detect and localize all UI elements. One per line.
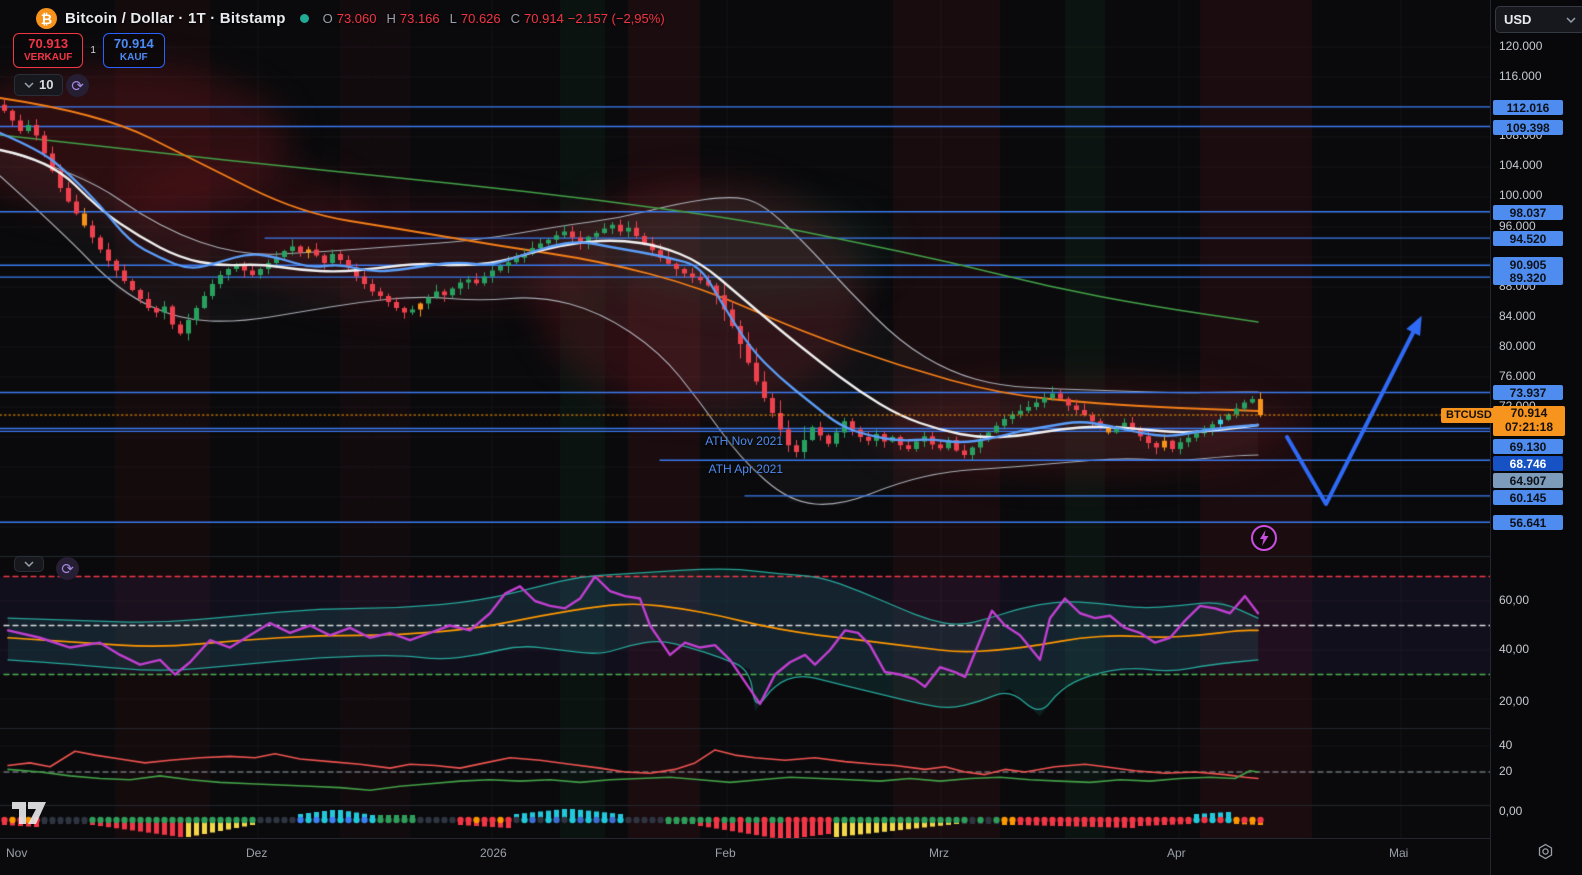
price-level-badge: 60.145: [1493, 490, 1563, 505]
axis-tick: 116.000: [1499, 69, 1542, 83]
bar-countdown: 07:21:18: [1504, 419, 1554, 434]
price-level-badge: 56.641: [1493, 515, 1563, 530]
buy-button[interactable]: 70.914 KAUF: [102, 33, 165, 69]
time-axis-label: Feb: [715, 846, 736, 860]
time-axis-label: Apr: [1167, 846, 1186, 860]
axis-tick: 40: [1499, 738, 1513, 752]
price-level-badge: 69.130: [1493, 439, 1563, 454]
axis-tick: 84.000: [1499, 309, 1536, 323]
sell-label: VERKAUF: [24, 51, 73, 63]
chevron-down-icon: [24, 81, 34, 88]
axis-tick: 76.000: [1499, 369, 1536, 383]
chevron-down-icon: [24, 561, 34, 567]
time-axis-label: Mrz: [929, 846, 949, 860]
price-level-badge: 68.746: [1493, 456, 1563, 471]
close-value: 70.914: [524, 11, 564, 26]
open-value: 73.060: [336, 11, 377, 26]
spread-value: 1: [90, 45, 96, 57]
buy-label: KAUF: [119, 51, 148, 63]
axis-tick: 100.000: [1499, 188, 1543, 202]
symbol-title[interactable]: Bitcoin / Dollar · 1T · Bitstamp: [65, 10, 286, 27]
price-level-badge: 73.937: [1493, 385, 1563, 400]
interval-chip[interactable]: 10: [14, 74, 64, 96]
high-label: H: [386, 11, 396, 26]
refresh-icon-2[interactable]: ⟳: [56, 557, 79, 580]
market-status-dot: [299, 14, 309, 23]
price-level-badge: 94.520: [1493, 231, 1563, 246]
refresh-icon[interactable]: ⟳: [66, 74, 89, 97]
price-level-badge: 112.016: [1493, 100, 1563, 115]
symbol-price-label: BTCUSD: [1441, 408, 1497, 423]
currency-selector[interactable]: USD: [1495, 6, 1582, 33]
current-price-badge: 70.914 07:21:18: [1493, 406, 1565, 436]
order-panel: 70.913 VERKAUF 1 70.914 KAUF: [13, 33, 165, 69]
axis-tick: 80.000: [1499, 339, 1536, 353]
chart-header: ₿ Bitcoin / Dollar · 1T · Bitstamp O 73.0…: [36, 8, 665, 29]
low-label: L: [449, 11, 457, 26]
axis-tick: 20,00: [1499, 694, 1530, 708]
time-axis[interactable]: Nov Dez 2026 Feb Mrz Apr Mai: [0, 838, 1490, 875]
price-chart-canvas[interactable]: [0, 0, 1490, 838]
ath-nov-label[interactable]: ATH Nov 2021: [603, 434, 783, 448]
ath-apr-label[interactable]: ATH Apr 2021: [603, 462, 783, 476]
tradingview-chart-app: ₿ Bitcoin / Dollar · 1T · Bitstamp O 73.0…: [0, 0, 1582, 875]
low-value: 70.626: [460, 11, 501, 26]
axis-tick: 40,00: [1499, 642, 1530, 656]
price-level-badge: 109.398: [1493, 120, 1563, 135]
open-label: O: [322, 11, 333, 26]
sell-price: 70.913: [28, 36, 69, 51]
bitcoin-logo-icon: ₿: [36, 8, 57, 29]
buy-price: 70.914: [113, 36, 154, 51]
axis-tick: 20: [1499, 764, 1513, 778]
price-level-badge: 64.907: [1493, 473, 1563, 488]
price-level-badge: 98.037: [1493, 205, 1563, 220]
high-value: 73.166: [399, 11, 440, 26]
time-axis-label: Dez: [246, 846, 268, 860]
lightning-icon[interactable]: [1249, 523, 1279, 558]
interval-value: 10: [39, 77, 54, 92]
panel-collapse-chip[interactable]: [14, 556, 44, 572]
axis-tick: 120.000: [1499, 39, 1543, 53]
change-value: −2.157 (−2,95%): [567, 11, 665, 26]
ohlc-readout: O 73.060 H 73.166 L 70.626 C 70.914 −2.157 (…: [317, 11, 665, 26]
chevron-down-icon: [1566, 16, 1576, 23]
sell-button[interactable]: 70.913 VERKAUF: [13, 33, 84, 69]
tradingview-logo[interactable]: [10, 797, 54, 832]
settings-gear-icon[interactable]: [1537, 843, 1554, 865]
close-label: C: [510, 11, 521, 26]
axis-tick: 104.000: [1499, 158, 1543, 172]
time-axis-label: Mai: [1389, 846, 1409, 860]
price-level-badge: 89.320: [1493, 270, 1563, 285]
axis-tick: 0,00: [1499, 804, 1523, 818]
time-axis-label: 2026: [480, 846, 507, 860]
axis-tick: 60,00: [1499, 593, 1530, 607]
price-axis[interactable]: USD 120.000 116.000 108.000 104.000 100.000 9…: [1490, 0, 1582, 875]
currency-value: USD: [1504, 12, 1532, 27]
time-axis-label: Nov: [6, 846, 28, 860]
current-price: 70.914: [1510, 406, 1548, 420]
